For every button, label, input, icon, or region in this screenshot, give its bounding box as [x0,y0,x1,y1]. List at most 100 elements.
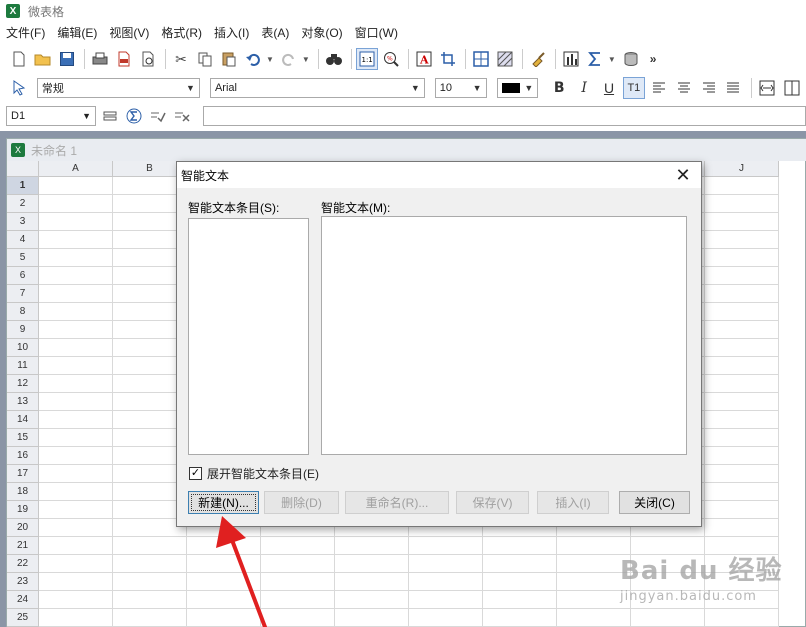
row-header[interactable]: 6 [7,267,39,285]
expand-entries-checkbox[interactable]: ✓ [189,467,202,480]
wrap-text-button[interactable]: T1 [622,77,645,99]
menu-table[interactable]: 表(A) [261,24,289,41]
column-header[interactable]: A [39,161,113,177]
row-header[interactable]: 21 [7,537,39,555]
close-button[interactable]: 关闭(C) [619,491,690,514]
menu-edit[interactable]: 编辑(E) [57,24,97,41]
grid-cell[interactable] [705,483,779,501]
close-icon[interactable]: ✕ [673,166,693,184]
select-all-corner[interactable] [7,161,39,177]
row-header[interactable]: 4 [7,231,39,249]
find-binoculars-icon[interactable] [323,48,345,70]
split-cells-icon[interactable] [781,77,803,99]
grid-cell[interactable] [39,537,113,555]
zoom-100-icon[interactable]: 1:1 [355,48,378,70]
grid-cell[interactable] [705,465,779,483]
grid-cell[interactable] [39,519,113,537]
row-header[interactable]: 20 [7,519,39,537]
grid-cell[interactable] [335,609,409,627]
grid-cell[interactable] [39,573,113,591]
grid-cell[interactable] [335,537,409,555]
redo-dropdown-icon[interactable]: ▼ [302,55,310,64]
grid-cell[interactable] [705,267,779,285]
row-header[interactable]: 1 [7,177,39,195]
grid-cell[interactable] [335,591,409,609]
formula-input[interactable] [203,106,806,126]
grid-cell[interactable] [39,339,113,357]
row-header[interactable]: 19 [7,501,39,519]
grid-cell[interactable] [39,195,113,213]
grid-cell[interactable] [483,591,557,609]
chart-icon[interactable] [560,48,582,70]
accept-check-icon[interactable] [148,106,168,126]
grid-cell[interactable] [39,249,113,267]
row-header[interactable]: 23 [7,573,39,591]
grid-cell[interactable] [483,537,557,555]
row-header[interactable]: 9 [7,321,39,339]
expand-entries-checkbox-row[interactable]: ✓ 展开智能文本条目(E) [189,465,319,482]
grid-cell[interactable] [113,591,187,609]
font-select[interactable]: Arial ▼ [209,78,425,98]
sum-function-icon[interactable] [584,48,606,70]
grid-cell[interactable] [39,177,113,195]
italic-button[interactable]: I [573,77,595,99]
grid-cell[interactable] [261,555,335,573]
grid-cell[interactable] [113,573,187,591]
select-pointer-icon[interactable] [8,77,30,99]
smart-text-entries-list[interactable] [188,218,309,455]
grid-cell[interactable] [39,411,113,429]
grid-cell[interactable] [261,573,335,591]
font-size-select[interactable]: 10 ▼ [434,78,487,98]
database-icon[interactable] [620,48,642,70]
font-color-select[interactable]: ▼ [496,78,539,98]
grid-cell[interactable] [39,213,113,231]
grid-cell[interactable] [705,519,779,537]
row-header[interactable]: 10 [7,339,39,357]
grid-cell[interactable] [705,177,779,195]
bold-button[interactable]: B [548,77,570,99]
align-left-icon[interactable] [648,77,670,99]
print-icon[interactable] [89,48,111,70]
row-header[interactable]: 18 [7,483,39,501]
row-header[interactable]: 16 [7,447,39,465]
grid-cell[interactable] [113,609,187,627]
insert-button[interactable]: 插入(I) [537,491,609,514]
redo-icon[interactable] [278,48,300,70]
delete-button[interactable]: 删除(D) [264,491,339,514]
equals-icon[interactable] [100,106,120,126]
align-center-icon[interactable] [673,77,695,99]
grid-cell[interactable] [39,483,113,501]
grid-cell[interactable] [409,537,483,555]
grid-cell[interactable] [705,321,779,339]
grid-cell[interactable] [705,231,779,249]
print-preview-icon[interactable] [137,48,159,70]
merge-cells-icon[interactable] [756,77,778,99]
zoom-percent-icon[interactable]: % [380,48,402,70]
document-title-bar[interactable]: X 未命名 1 [7,139,806,161]
grid-cell[interactable] [187,573,261,591]
row-header[interactable]: 2 [7,195,39,213]
underline-button[interactable]: U [598,77,620,99]
function-dropdown-icon[interactable]: ▼ [608,55,616,64]
menu-insert[interactable]: 插入(I) [214,24,249,41]
cell-reference-box[interactable]: D1 ▼ [6,106,96,126]
toolbar-overflow-icon[interactable]: » [650,52,657,66]
grid-cell[interactable] [39,375,113,393]
grid-cell[interactable] [335,555,409,573]
grid-cell[interactable] [705,249,779,267]
grid-cell[interactable] [39,321,113,339]
undo-icon[interactable] [242,48,264,70]
grid-cell[interactable] [557,609,631,627]
grid-cell[interactable] [39,591,113,609]
fill-pattern-icon[interactable] [494,48,516,70]
menu-format[interactable]: 格式(R) [161,24,202,41]
format-painter-icon[interactable] [527,48,549,70]
row-header[interactable]: 13 [7,393,39,411]
grid-cell[interactable] [483,609,557,627]
grid-cell[interactable] [705,375,779,393]
grid-cell[interactable] [705,411,779,429]
grid-cell[interactable] [261,537,335,555]
grid-cell[interactable] [187,537,261,555]
grid-cell[interactable] [705,429,779,447]
row-header[interactable]: 11 [7,357,39,375]
